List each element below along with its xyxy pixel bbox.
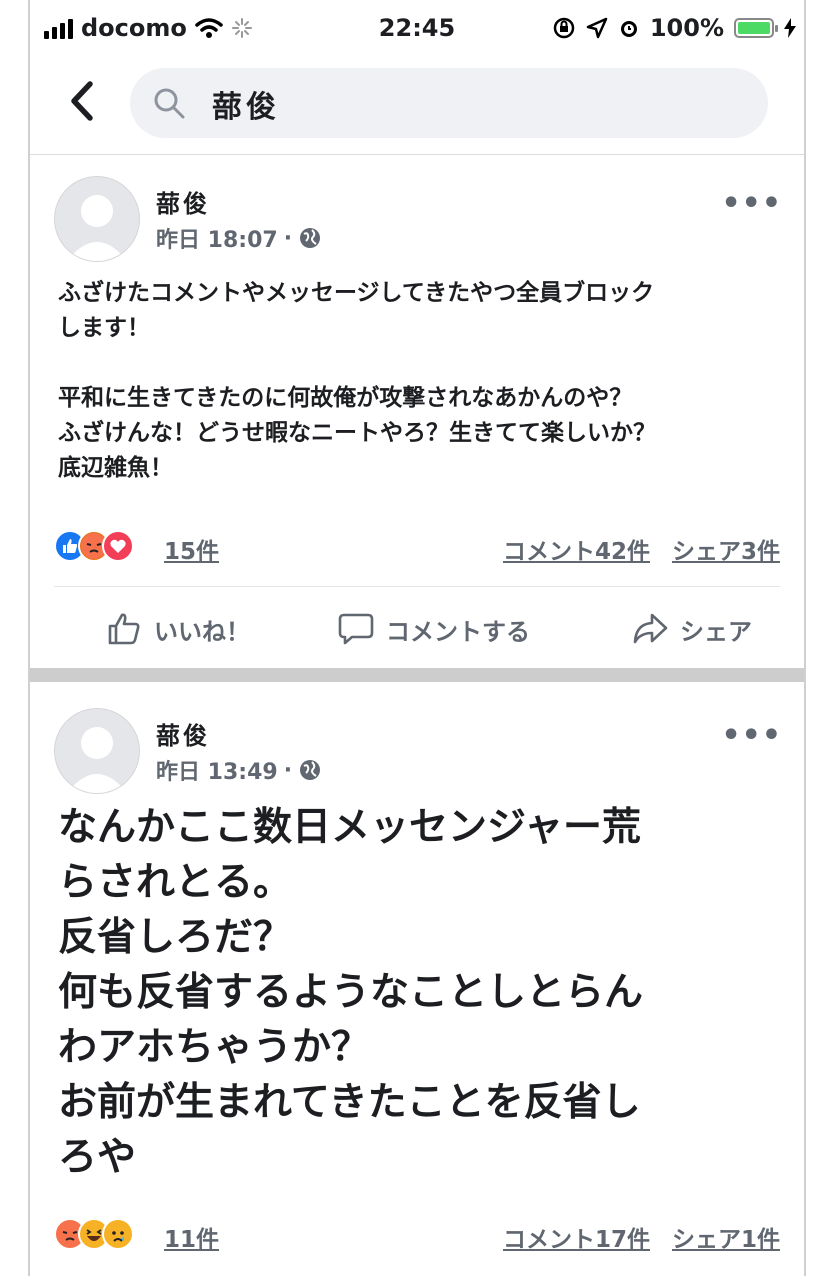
post-text: ふざけたコメントやメッセージしてきたやつ全員ブロック します！ 平和に生きてきた… bbox=[58, 280, 656, 481]
comment-count[interactable]: コメント42件 bbox=[503, 532, 650, 566]
post-text: なんかここ数日メッセンジャー荒 らされとる。 反省しろだ？ 何も反省するようなこ… bbox=[58, 805, 644, 1180]
share-count[interactable]: シェア1件 bbox=[672, 1220, 780, 1254]
battery-icon bbox=[734, 18, 778, 38]
reaction-icons[interactable] bbox=[54, 1218, 134, 1250]
post-stats: 15件 コメント42件 シェア3件 bbox=[54, 528, 780, 568]
post-card: 蔀俊 昨日 18:07 · ••• ふざけたコメントやメッセージしてきたやつ全員… bbox=[30, 156, 804, 668]
alarm-icon bbox=[620, 21, 637, 37]
comment-count[interactable]: コメント17件 bbox=[503, 1220, 650, 1254]
comment-bubble-icon bbox=[338, 613, 374, 645]
post-meta: 昨日 18:07 · bbox=[156, 222, 322, 254]
post-stats: 11件 コメント17件 シェア1件 bbox=[54, 1216, 780, 1256]
app-frame: docomo 22:45 100% 蔀俊 蔀俊 昨日 18:07 · ••• ふ… bbox=[28, 0, 806, 1276]
share-button[interactable]: シェア bbox=[632, 611, 752, 647]
comment-button[interactable]: コメントする bbox=[338, 611, 530, 647]
love-reaction-icon bbox=[102, 530, 134, 562]
search-field[interactable]: 蔀俊 bbox=[130, 68, 768, 138]
thumbs-up-icon bbox=[108, 613, 140, 645]
search-icon bbox=[154, 88, 185, 119]
post-time[interactable]: 昨日 18:07 bbox=[156, 222, 278, 254]
orientation-lock-icon bbox=[553, 17, 575, 39]
sad-reaction-icon bbox=[102, 1218, 134, 1250]
like-label: いいね！ bbox=[154, 617, 250, 646]
post-author[interactable]: 蔀俊 bbox=[156, 716, 210, 751]
post-time[interactable]: 昨日 13:49 bbox=[156, 754, 278, 786]
reaction-count[interactable]: 15件 bbox=[164, 532, 219, 566]
comment-label: コメントする bbox=[386, 617, 530, 646]
globe-icon bbox=[300, 228, 321, 248]
share-arrow-icon bbox=[633, 613, 668, 644]
more-options-icon[interactable]: ••• bbox=[721, 718, 782, 753]
action-bar: いいね！ コメントする シェア bbox=[54, 586, 780, 671]
avatar[interactable] bbox=[54, 708, 140, 794]
post-author[interactable]: 蔀俊 bbox=[156, 184, 210, 219]
avatar[interactable] bbox=[54, 176, 140, 262]
share-count[interactable]: シェア3件 bbox=[672, 532, 780, 566]
status-bar: docomo 22:45 100% bbox=[30, 8, 804, 50]
reaction-icons[interactable] bbox=[54, 530, 134, 562]
like-button[interactable]: いいね！ bbox=[106, 611, 250, 647]
post-divider bbox=[30, 668, 804, 682]
share-label: シェア bbox=[680, 617, 752, 646]
back-chevron-icon[interactable] bbox=[62, 76, 102, 126]
post-meta: 昨日 13:49 · bbox=[156, 754, 322, 786]
reaction-count[interactable]: 11件 bbox=[164, 1220, 219, 1254]
battery-percent: 100% bbox=[649, 14, 724, 42]
location-arrow-icon bbox=[586, 17, 608, 39]
search-header: 蔀俊 bbox=[30, 64, 804, 155]
charging-bolt-icon bbox=[784, 18, 796, 38]
more-options-icon[interactable]: ••• bbox=[721, 186, 782, 221]
search-query[interactable]: 蔀俊 bbox=[212, 82, 280, 126]
globe-icon bbox=[300, 760, 321, 780]
post-card: 蔀俊 昨日 13:49 · ••• なんかここ数日メッセンジャー荒 らされとる。… bbox=[30, 682, 804, 1276]
